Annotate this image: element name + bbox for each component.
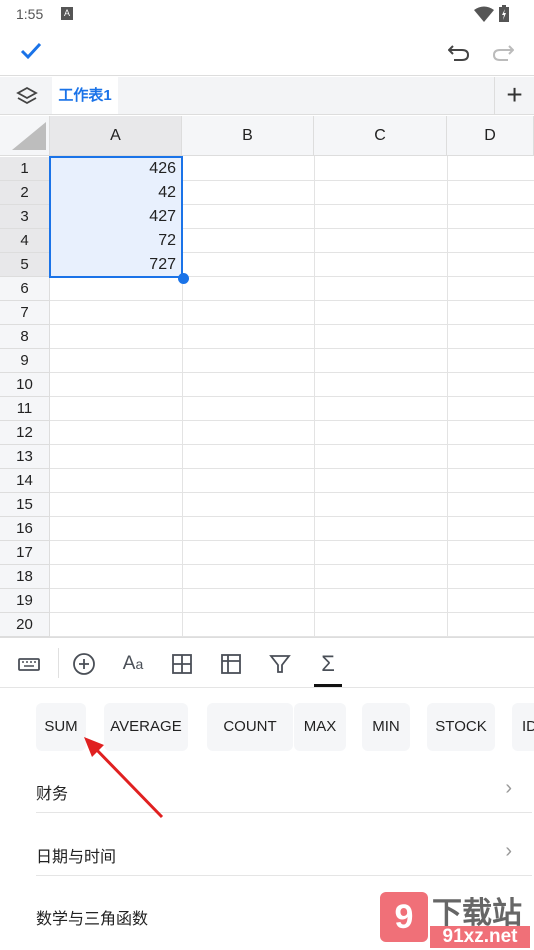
undo-icon[interactable]: [448, 42, 470, 62]
row-header-3[interactable]: 3: [0, 205, 50, 229]
column-header-D[interactable]: D: [447, 116, 534, 156]
category-label: 财务: [36, 786, 69, 803]
cell-A3[interactable]: 427: [50, 205, 182, 229]
top-toolbar: [0, 28, 534, 76]
insert-icon[interactable]: [72, 652, 96, 676]
cell-A5[interactable]: 727: [50, 253, 182, 277]
borders-icon[interactable]: [170, 652, 194, 676]
cell-A2[interactable]: 42: [50, 181, 182, 205]
column-header-B[interactable]: B: [182, 116, 314, 156]
function-sum-button[interactable]: SUM: [36, 703, 86, 751]
watermark-url: 91xz.net: [430, 926, 530, 948]
row-header-10[interactable]: 10: [0, 373, 50, 397]
table-row[interactable]: [50, 421, 534, 445]
red-arrow-annotation: [84, 737, 164, 819]
row-header-19[interactable]: 19: [0, 589, 50, 613]
table-row[interactable]: [50, 301, 534, 325]
active-tab-indicator: [314, 684, 342, 687]
column-header-C[interactable]: C: [314, 116, 447, 156]
confirm-check-icon[interactable]: [20, 42, 42, 60]
table-row[interactable]: [50, 469, 534, 493]
table-row[interactable]: [50, 325, 534, 349]
filter-icon[interactable]: [268, 652, 292, 676]
row-header-18[interactable]: 18: [0, 565, 50, 589]
category-date-time[interactable]: 日期与时间 ›: [36, 840, 534, 867]
row-header-2[interactable]: 2: [0, 181, 50, 205]
tab-sheet1[interactable]: 工作表1: [52, 77, 118, 114]
table-row[interactable]: [50, 277, 534, 301]
table-row[interactable]: [50, 541, 534, 565]
table-row[interactable]: [50, 565, 534, 589]
sigma-function-icon[interactable]: Σ: [316, 652, 340, 676]
row-header-8[interactable]: 8: [0, 325, 50, 349]
spreadsheet-grid[interactable]: A B C D 1 2 3 4 5 6 7 8 9 10 11 12 13 14 15 16 17 18 19 20 426 42…: [0, 116, 534, 637]
row-header-4[interactable]: 4: [0, 229, 50, 253]
status-bar: 1:55 A: [0, 0, 534, 28]
function-min-button[interactable]: MIN: [362, 703, 410, 751]
table-row[interactable]: [50, 397, 534, 421]
font-style-icon[interactable]: Aa: [118, 652, 148, 676]
row-header-13[interactable]: 13: [0, 445, 50, 469]
function-id-button[interactable]: ID: [512, 703, 534, 751]
row-header-7[interactable]: 7: [0, 301, 50, 325]
row-header-15[interactable]: 15: [0, 493, 50, 517]
status-time: 1:55: [16, 6, 44, 22]
cell-A4[interactable]: 72: [50, 229, 182, 253]
column-header-A[interactable]: A: [50, 116, 182, 156]
row-header-12[interactable]: 12: [0, 421, 50, 445]
battery-icon: [499, 5, 509, 22]
function-count-button[interactable]: COUNT: [207, 703, 293, 751]
wifi-icon: [474, 6, 494, 22]
function-max-button[interactable]: MAX: [294, 703, 346, 751]
sheet-tab-bar: 工作表1 +: [0, 77, 534, 115]
layers-icon[interactable]: [16, 86, 38, 106]
function-stock-button[interactable]: STOCK: [427, 703, 495, 751]
table-row[interactable]: [50, 373, 534, 397]
row-header-9[interactable]: 9: [0, 349, 50, 373]
row-header-5[interactable]: 5: [0, 253, 50, 277]
keyboard-icon[interactable]: [17, 652, 41, 676]
category-label: 数学与三角函数: [36, 911, 149, 928]
select-all-corner[interactable]: [0, 116, 50, 156]
redo-icon[interactable]: [492, 42, 514, 62]
category-label: 日期与时间: [36, 849, 117, 866]
cell-A1[interactable]: 426: [50, 157, 182, 181]
table-row[interactable]: [50, 445, 534, 469]
format-toolbar: Aa Σ: [0, 637, 534, 688]
chevron-right-icon: ›: [505, 840, 512, 862]
row-header-6[interactable]: 6: [0, 277, 50, 301]
chevron-right-icon: ›: [505, 777, 512, 799]
watermark-logo: 9 下载站 91xz.net: [380, 888, 534, 950]
freeze-panes-icon[interactable]: [219, 652, 243, 676]
row-header-16[interactable]: 16: [0, 517, 50, 541]
table-row[interactable]: [50, 349, 534, 373]
row-header-11[interactable]: 11: [0, 397, 50, 421]
row-header-14[interactable]: 14: [0, 469, 50, 493]
table-row[interactable]: [50, 517, 534, 541]
add-sheet-button[interactable]: +: [494, 77, 534, 114]
row-header-1[interactable]: 1: [0, 157, 50, 181]
table-row[interactable]: [50, 589, 534, 613]
row-header-17[interactable]: 17: [0, 541, 50, 565]
notification-icon: A: [61, 7, 73, 20]
divider: [36, 875, 532, 876]
table-row[interactable]: [50, 493, 534, 517]
table-row[interactable]: [50, 613, 534, 637]
divider: [58, 648, 59, 678]
row-header-20[interactable]: 20: [0, 613, 50, 637]
